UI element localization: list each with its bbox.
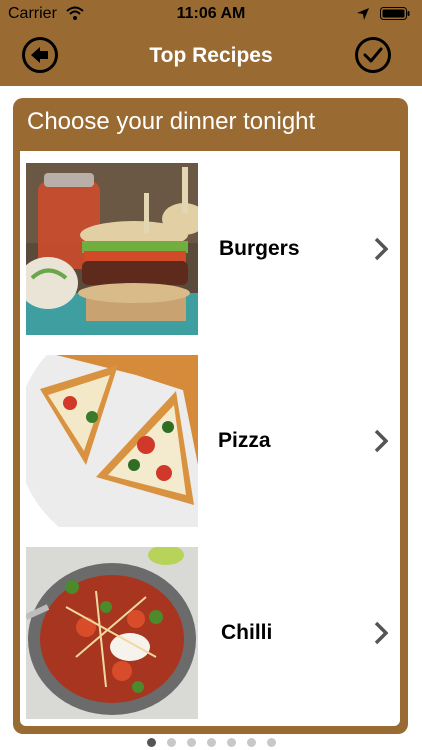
recipe-label-chilli: Chilli (221, 621, 273, 644)
recipe-card: Choose your dinner tonight Burgers Pizza… (13, 98, 408, 734)
list-item-pizza[interactable]: Pizza (20, 355, 400, 527)
chevron-right-icon (374, 237, 388, 261)
pizza-image (26, 355, 198, 527)
confirm-button[interactable] (355, 37, 391, 73)
card-header: Choose your dinner tonight (27, 108, 316, 135)
location-arrow-icon (357, 8, 369, 20)
page-dot[interactable] (186, 738, 196, 747)
recipe-label-pizza: Pizza (218, 429, 271, 452)
page-indicator[interactable] (0, 738, 422, 750)
chilli-image (26, 547, 198, 719)
checkmark-icon (363, 47, 383, 63)
page-dot[interactable] (146, 738, 156, 747)
recipe-label-burgers: Burgers (219, 237, 300, 260)
burger-image (26, 163, 198, 335)
page-dot[interactable] (206, 738, 216, 747)
nav-bar: Carrier 11:06 AM Top Recipes (0, 0, 422, 86)
page-dot[interactable] (166, 738, 176, 747)
list-item-burgers[interactable]: Burgers (20, 163, 400, 335)
recipe-list: Burgers Pizza Chilli (20, 151, 400, 726)
chevron-right-icon (374, 621, 388, 645)
page-dot[interactable] (266, 738, 276, 747)
page-dot[interactable] (226, 738, 236, 747)
status-bar: Carrier 11:06 AM (0, 0, 422, 28)
chevron-right-icon (374, 429, 388, 453)
battery-icon (380, 7, 410, 20)
page-dot[interactable] (246, 738, 256, 747)
list-item-chilli[interactable]: Chilli (20, 547, 400, 719)
